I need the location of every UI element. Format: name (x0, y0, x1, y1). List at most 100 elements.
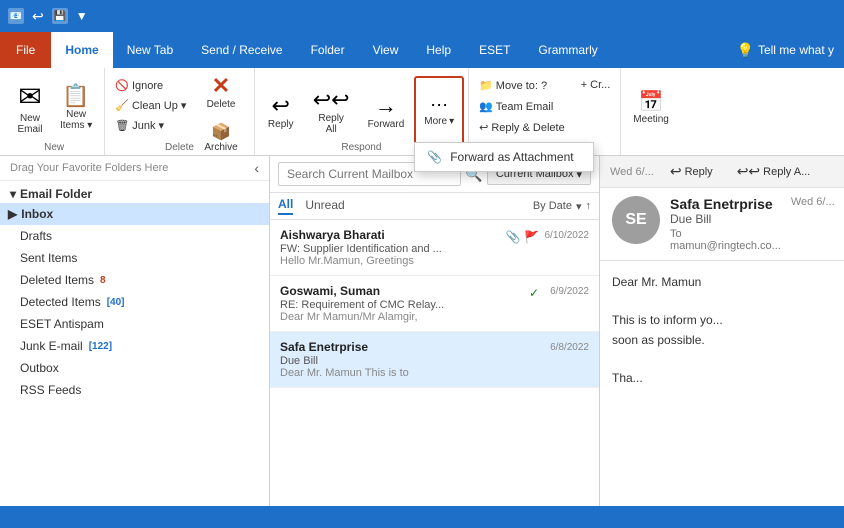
menu-item-grammarly[interactable]: Grammarly (524, 32, 611, 68)
ribbon-group-delete-label: Delete (105, 142, 253, 153)
sidebar-item-drafts[interactable]: Drafts (0, 225, 269, 247)
email-item-2[interactable]: Goswami, Suman RE: Requirement of CMC Re… (270, 276, 599, 332)
menu-item-file[interactable]: File (0, 32, 51, 68)
email-preview-2: Dear Mr Mamun/Mr Alamgir, (280, 311, 589, 323)
more-button[interactable]: ⋯ More ▾ (414, 76, 464, 146)
status-bar (0, 506, 844, 528)
reading-reply-button[interactable]: ↩ Reply (662, 160, 721, 183)
create-button[interactable]: + Cr... (575, 76, 617, 94)
reading-header: SE Safa Enetrprise Due Bill To mamun@rin… (600, 188, 844, 261)
forward-label: Forward (368, 119, 405, 130)
menu-item-send-receive[interactable]: Send / Receive (187, 32, 296, 68)
reading-body-line2: soon as possible. (612, 331, 832, 350)
forward-attachment-item[interactable]: 📎 Forward as Attachment (415, 143, 593, 171)
save-icon[interactable]: 💾 (52, 8, 68, 24)
sidebar-item-sent[interactable]: Sent Items (0, 247, 269, 269)
reading-reply-all-button[interactable]: ↩↩ Reply A... (729, 160, 819, 183)
move-to-icon: 📁 (479, 79, 493, 92)
filter-all-tab[interactable]: All (278, 197, 293, 215)
menu-item-new-tab[interactable]: New Tab (113, 32, 187, 68)
email-folder-title: ▾ Email Folder (0, 181, 269, 203)
sidebar-item-rss[interactable]: RSS Feeds (0, 379, 269, 401)
email-list-pane: 🔍 Current Mailbox ▾ All Unread By Date ▾… (270, 156, 600, 506)
reading-toolbar: Wed 6/... ↩ Reply ↩↩ Reply A... (600, 156, 844, 188)
junk-button[interactable]: 🗑 Junk▾ (109, 116, 192, 135)
respond-buttons: ↩ Reply ↩↩ ReplyAll → Forward ⋯ More ▾ (259, 72, 464, 151)
ribbon-group-new-label: New (4, 142, 104, 153)
forward-icon: → (375, 93, 397, 119)
sidebar-item-outbox[interactable]: Outbox (0, 357, 269, 379)
tell-icon: 💡 (737, 42, 754, 59)
filter-bar: All Unread By Date ▾ ↑ (270, 193, 599, 220)
reading-date-label: Wed 6/... (610, 166, 654, 178)
title-bar-icons: 📧 (8, 8, 24, 24)
new-email-button[interactable]: ✉ NewEmail (8, 72, 52, 142)
email-item-3[interactable]: Safa Enetrprise Due Bill Dear Mr. Mamun … (270, 332, 599, 388)
filter-unread-tab[interactable]: Unread (305, 198, 344, 214)
meeting-label: Meeting (633, 114, 669, 125)
menu-item-help[interactable]: Help (412, 32, 465, 68)
menu-item-home[interactable]: Home (51, 32, 112, 68)
reading-body-greeting: Dear Mr. Mamun (612, 273, 832, 292)
meeting-button[interactable]: 📅 Meeting (625, 72, 677, 142)
flag-icon: 🚩 (524, 230, 539, 244)
create-icon: + (581, 79, 587, 91)
quick-steps-buttons: 📁 Move to: ? 👥 Team Email ↩ Reply & Dele… (473, 72, 571, 151)
team-email-button[interactable]: 👥 Team Email (473, 97, 571, 116)
deleted-badge: 8 (100, 275, 106, 286)
forward-button[interactable]: → Forward (360, 76, 413, 146)
email-sender-2: Goswami, Suman (280, 284, 589, 298)
email-flags-2: ✓ (529, 286, 539, 300)
undo-button[interactable]: ↩ (32, 8, 44, 25)
menu-item-view[interactable]: View (359, 32, 413, 68)
more-dropdown-icon: ▾ (449, 116, 454, 127)
sort-selector[interactable]: By Date ▾ ↑ (533, 200, 591, 213)
ignore-button[interactable]: 🚫 Ignore (109, 76, 192, 95)
quick-steps-buttons2: + Cr... (571, 72, 617, 151)
reading-body: Dear Mr. Mamun This is to inform yo... s… (600, 261, 844, 400)
sidebar-collapse-button[interactable]: ‹ (254, 160, 259, 176)
new-items-icon: 📋 (62, 83, 89, 109)
reply-button[interactable]: ↩ Reply (259, 76, 303, 146)
delete-archive-buttons: ✕ Delete 📦 Archive (192, 72, 249, 151)
menu-item-folder[interactable]: Folder (297, 32, 359, 68)
menu-item-eset[interactable]: ESET (465, 32, 524, 68)
reading-meta: Safa Enetrprise Due Bill To mamun@ringte… (670, 196, 781, 252)
clean-up-button[interactable]: 🧹 Clean Up▾ (109, 96, 192, 115)
new-items-button[interactable]: 📋 NewItems ▾ (52, 72, 100, 142)
menu-bar: File Home New Tab Send / Receive Folder … (0, 32, 844, 68)
sidebar-item-junk[interactable]: Junk E-mail [122] (0, 335, 269, 357)
reading-sender: Safa Enetrprise (670, 196, 781, 212)
meeting-icon: 📅 (639, 89, 664, 114)
dropdown-arrow[interactable]: ▼ (76, 9, 88, 23)
email-item-1[interactable]: Aishwarya Bharati FW: Supplier Identific… (270, 220, 599, 276)
reading-body-line1: This is to inform yo... (612, 311, 832, 330)
email-list: Aishwarya Bharati FW: Supplier Identific… (270, 220, 599, 388)
more-dropdown: 📎 Forward as Attachment (414, 142, 594, 172)
ribbon-group-meeting: 📅 Meeting (621, 68, 681, 155)
tell-me-bar[interactable]: 💡 Tell me what y (727, 32, 844, 68)
email-flags-1: 📎 🚩 (506, 230, 539, 244)
delete-button[interactable]: ✕ Delete (199, 67, 244, 116)
sidebar-item-deleted[interactable]: Deleted Items 8 (0, 269, 269, 291)
sidebar-item-detected[interactable]: Detected Items [40] (0, 291, 269, 313)
reply-all-button[interactable]: ↩↩ ReplyAll (305, 76, 358, 146)
reply-all-label: ReplyAll (318, 113, 344, 135)
reply-icon: ↩ (271, 93, 289, 119)
new-email-label: NewEmail (17, 113, 42, 135)
inbox-arrow-icon: ▶ (8, 207, 17, 221)
email-date-2: 6/9/2022 (550, 286, 589, 297)
reply-label: Reply (268, 119, 294, 130)
new-email-icon: ✉ (18, 80, 41, 113)
email-preview-1: Hello Mr.Mamun, Greetings (280, 255, 589, 267)
email-preview-3: Dear Mr. Mamun This is to (280, 367, 589, 379)
sidebar-item-inbox[interactable]: ▶ Inbox (0, 203, 269, 225)
junk-icon: 🗑 (115, 119, 129, 132)
sidebar-item-eset[interactable]: ESET Antispam (0, 313, 269, 335)
reading-body-line3: Tha... (612, 369, 832, 388)
ribbon-group-respond: ↩ Reply ↩↩ ReplyAll → Forward ⋯ More ▾ (255, 68, 469, 155)
main-content: Drag Your Favorite Folders Here ‹ ▾ Emai… (0, 156, 844, 506)
move-to-button[interactable]: 📁 Move to: ? (473, 76, 571, 95)
reply-delete-button[interactable]: ↩ Reply & Delete (473, 118, 571, 137)
delete-group-buttons: 🚫 Ignore 🧹 Clean Up▾ 🗑 Junk▾ (109, 72, 192, 151)
